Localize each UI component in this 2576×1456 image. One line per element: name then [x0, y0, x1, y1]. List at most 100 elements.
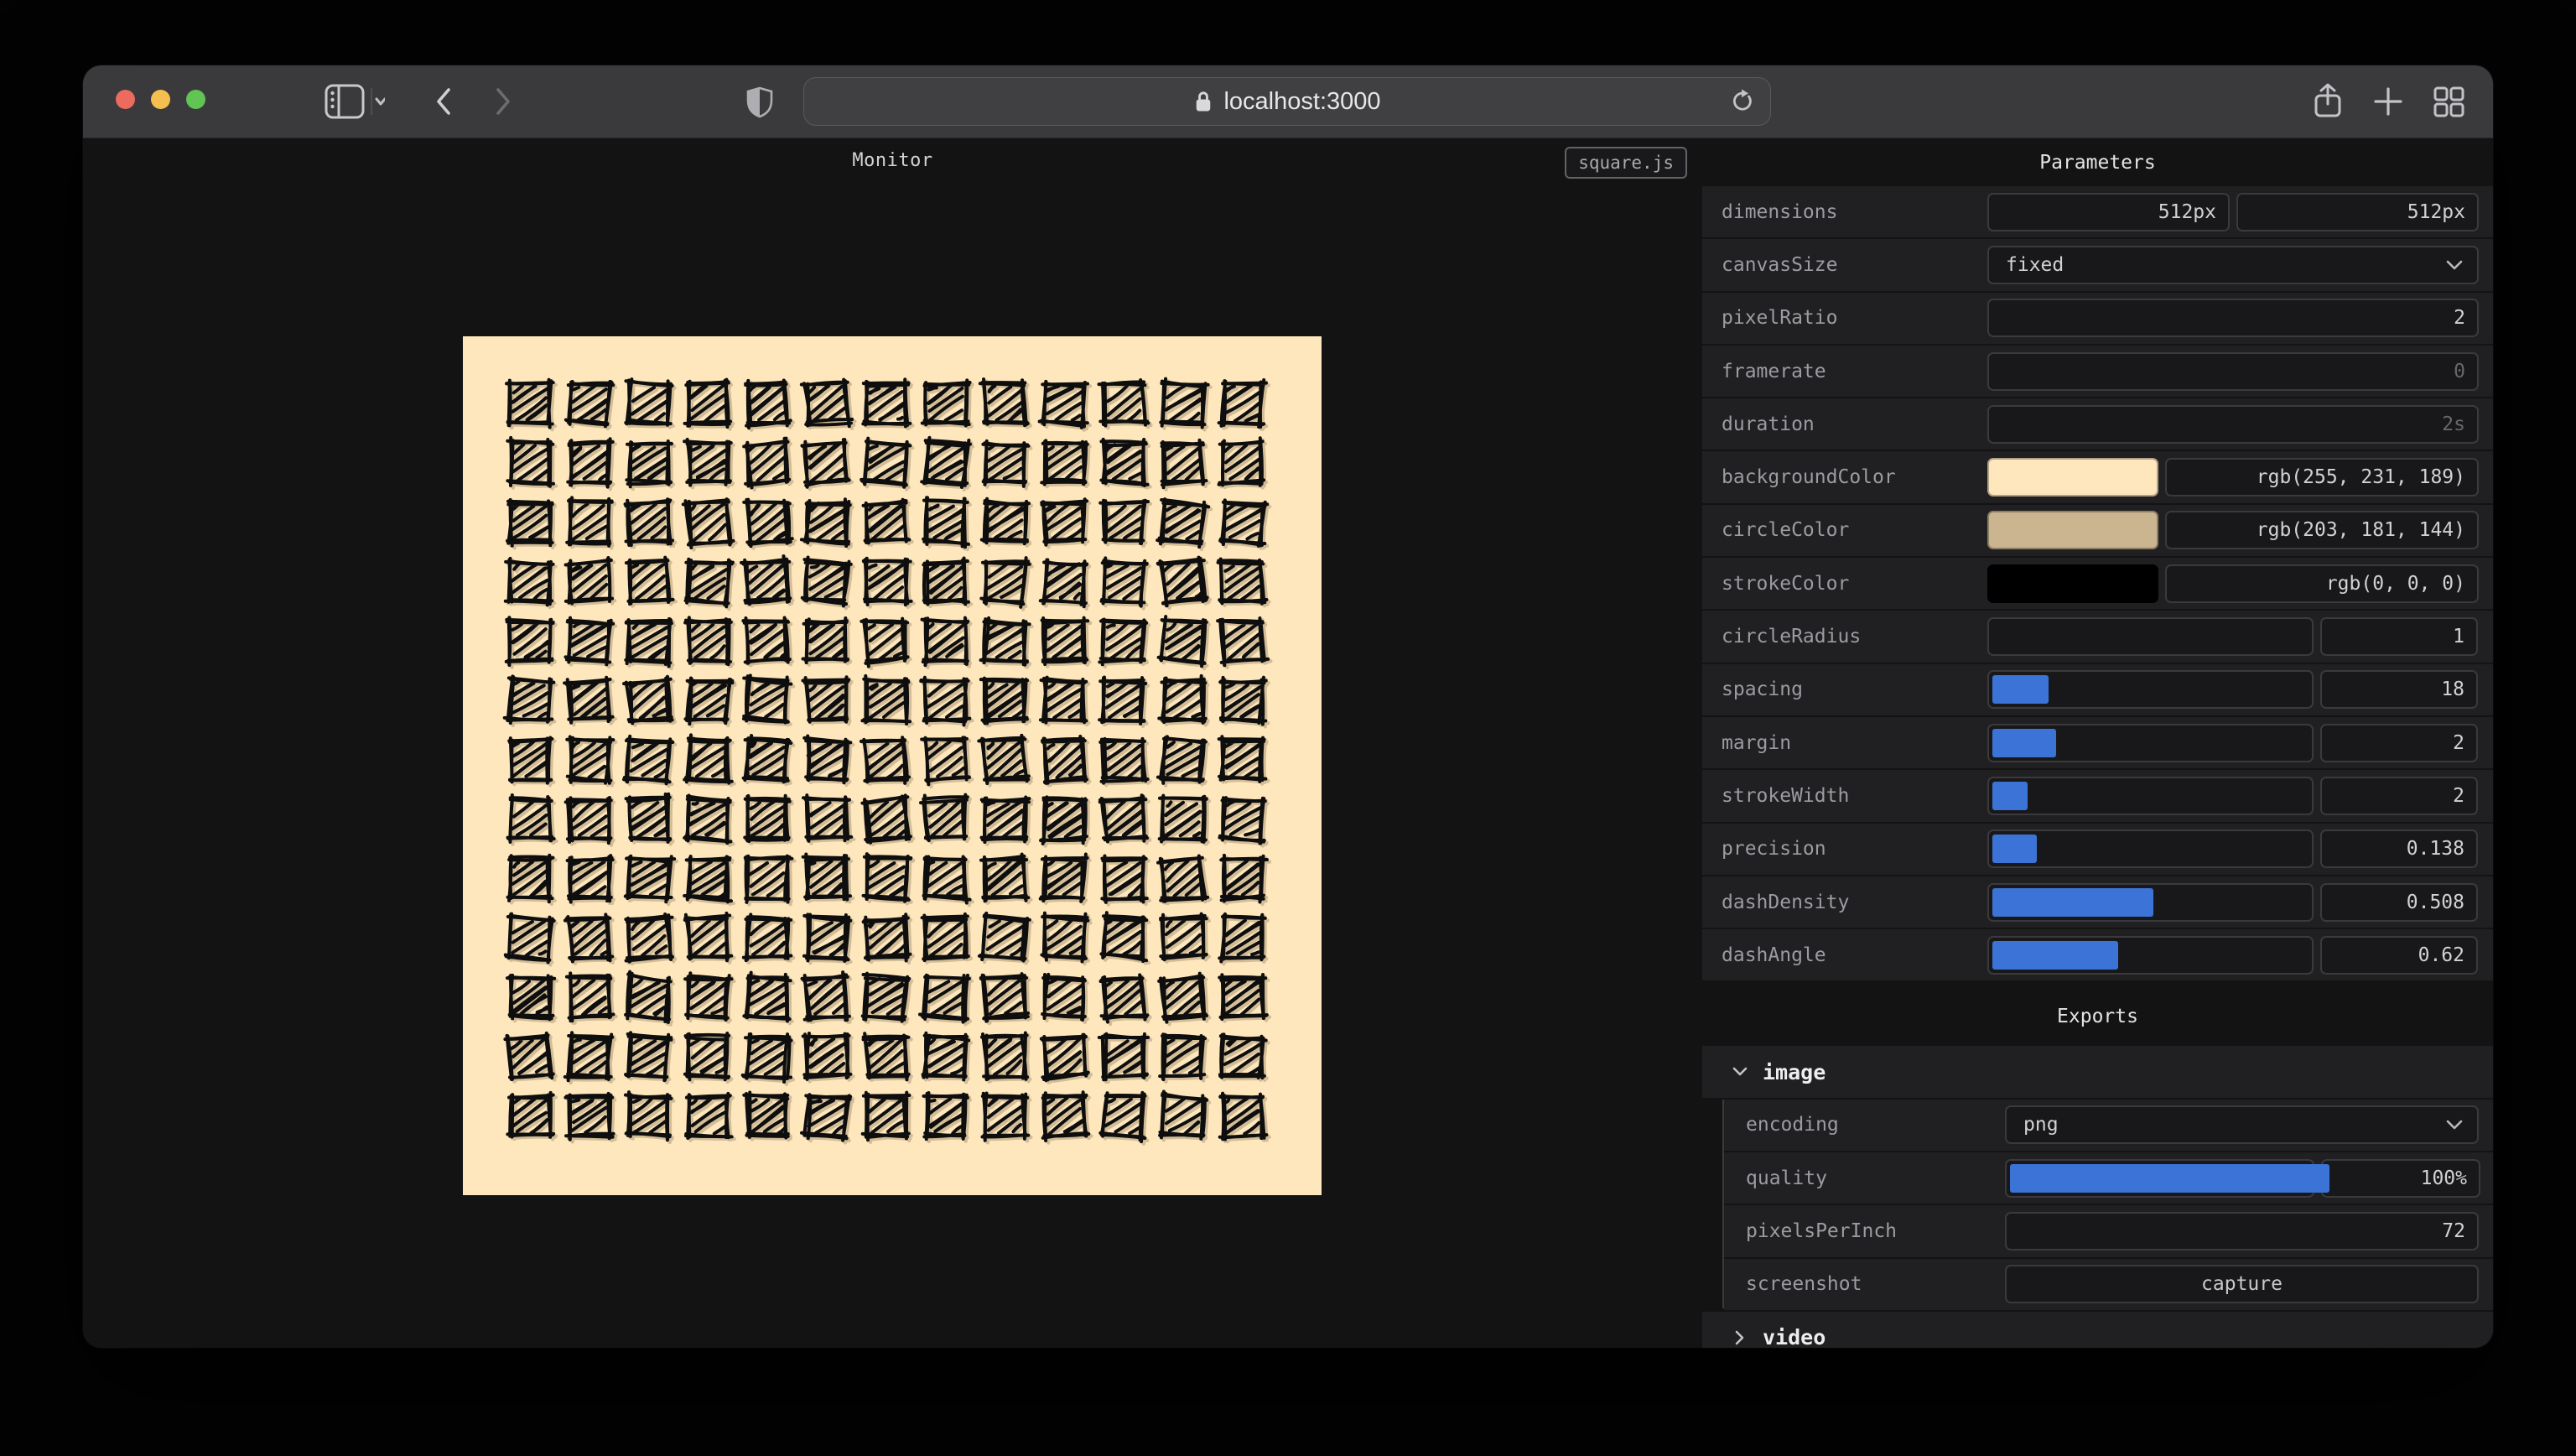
margin-slider[interactable]	[1987, 724, 2314, 762]
param-label-spacing: spacing	[1702, 679, 1987, 700]
encoding-select[interactable]: png	[2005, 1105, 2479, 1144]
circleRadius-value[interactable]: 1	[2320, 617, 2478, 656]
strokeWidth-value[interactable]: 2	[2320, 777, 2478, 815]
param-label-framerate: framerate	[1702, 361, 1987, 382]
zoom-window-button[interactable]	[186, 90, 205, 109]
param-control-dashAngle: 0.62	[1987, 936, 2493, 975]
margin-slider-fill	[1992, 729, 2056, 757]
param-label-screenshot: screenshot	[1724, 1273, 2005, 1295]
dashAngle-slider-fill	[1992, 941, 2118, 970]
param-row-backgroundColor: backgroundColor rgb(255, 231, 189)	[1702, 451, 2493, 502]
dimensions-input-1[interactable]: 512px	[2236, 193, 2479, 231]
tab-overview-icon[interactable]	[2430, 82, 2467, 121]
param-control-pixelsPerInch: 72	[2005, 1212, 2493, 1251]
chevron-down-icon	[1732, 1063, 1748, 1080]
param-row-circleColor: circleColor rgb(203, 181, 144)	[1702, 505, 2493, 556]
quality-slider[interactable]	[2005, 1159, 2314, 1198]
spacing-value[interactable]: 18	[2320, 670, 2478, 709]
param-label-margin: margin	[1702, 732, 1987, 754]
dashDensity-value[interactable]: 0.508	[2320, 883, 2478, 922]
privacy-shield-icon[interactable]	[744, 86, 776, 119]
backgroundColor-swatch[interactable]	[1987, 458, 2158, 497]
strokeColor-swatch[interactable]	[1987, 564, 2158, 603]
export-group-video[interactable]: video	[1702, 1312, 2493, 1348]
circleColor-swatch[interactable]	[1987, 511, 2158, 549]
pixelsPerInch-input[interactable]: 72	[2005, 1212, 2479, 1251]
margin-value[interactable]: 2	[2320, 724, 2478, 762]
dimensions-input-0[interactable]: 512px	[1987, 193, 2230, 231]
back-button[interactable]	[430, 86, 459, 117]
param-row-precision: precision 0.138	[1702, 824, 2493, 875]
param-label-backgroundColor: backgroundColor	[1702, 466, 1987, 488]
param-control-precision: 0.138	[1987, 829, 2493, 868]
dashAngle-slider[interactable]	[1987, 936, 2314, 975]
strokeWidth-slider[interactable]	[1987, 777, 2314, 815]
param-row-screenshot: screenshotcapture	[1724, 1259, 2493, 1310]
param-control-circleRadius: 1	[1987, 617, 2493, 656]
param-row-duration: duration2s	[1702, 398, 2493, 450]
spacing-slider[interactable]	[1987, 670, 2314, 709]
strokeWidth-slider-fill	[1992, 782, 2028, 810]
param-row-strokeColor: strokeColorrgb(0, 0, 0)	[1702, 558, 2493, 609]
param-control-pixelRatio: 2	[1987, 299, 2493, 337]
backgroundColor-value-input[interactable]: rgb(255, 231, 189)	[2165, 458, 2479, 497]
script-badge[interactable]: square.js	[1565, 147, 1687, 179]
sketch-viewport: Monitor square.js	[83, 138, 1702, 1348]
screenshot-button[interactable]: capture	[2005, 1265, 2479, 1303]
precision-slider[interactable]	[1987, 829, 2314, 868]
param-control-framerate: 0	[1987, 352, 2493, 391]
param-control-circleColor: rgb(203, 181, 144)	[1987, 511, 2493, 549]
circleRadius-slider[interactable]	[1987, 617, 2314, 656]
parameters-header: Parameters	[1702, 138, 2493, 186]
share-icon[interactable]	[2309, 82, 2346, 121]
param-control-dashDensity: 0.508	[1987, 883, 2493, 922]
param-label-dashAngle: dashAngle	[1702, 944, 1987, 966]
param-row-spacing: spacing 18	[1702, 664, 2493, 715]
param-label-circleColor: circleColor	[1702, 519, 1987, 541]
new-tab-icon[interactable]	[2370, 82, 2407, 121]
lock-icon	[1193, 90, 1213, 113]
spacing-slider-fill	[1992, 675, 2049, 704]
sketch-canvas	[463, 336, 1322, 1195]
select-chevron-icon	[2445, 1119, 2464, 1131]
param-row-margin: margin 2	[1702, 717, 2493, 768]
close-window-button[interactable]	[116, 90, 135, 109]
select-chevron-icon	[2445, 259, 2464, 271]
param-control-screenshot: capture	[2005, 1265, 2493, 1303]
circleColor-value-input[interactable]: rgb(203, 181, 144)	[2165, 511, 2479, 549]
export-group-rows-image: encodingpngquality100%pixelsPerInch72scr…	[1722, 1100, 2493, 1310]
export-group-label: video	[1763, 1325, 1826, 1348]
pixelRatio-input[interactable]: 2	[1987, 299, 2479, 337]
param-control-spacing: 18	[1987, 670, 2493, 709]
param-row-pixelsPerInch: pixelsPerInch72	[1724, 1205, 2493, 1256]
reload-icon[interactable]	[1730, 89, 1755, 114]
forward-button[interactable]	[488, 86, 517, 117]
minimize-window-button[interactable]	[151, 90, 170, 109]
duration-input[interactable]: 2s	[1987, 405, 2479, 444]
param-row-strokeWidth: strokeWidth2	[1702, 770, 2493, 821]
export-group-image[interactable]: image	[1702, 1046, 2493, 1097]
param-row-circleRadius: circleRadius1	[1702, 611, 2493, 662]
param-control-duration: 2s	[1987, 405, 2493, 444]
dashDensity-slider[interactable]	[1987, 883, 2314, 922]
param-label-precision: precision	[1702, 838, 1987, 860]
precision-value[interactable]: 0.138	[2320, 829, 2478, 868]
strokeColor-value-input[interactable]: rgb(0, 0, 0)	[2165, 564, 2479, 603]
param-control-strokeColor: rgb(0, 0, 0)	[1987, 564, 2493, 603]
quality-value[interactable]: 100%	[2321, 1159, 2480, 1198]
browser-titlebar: localhost:3000	[83, 65, 2493, 138]
chevron-right-icon	[1732, 1329, 1748, 1346]
sidebar-toggle-button[interactable]	[325, 83, 385, 120]
url-text: localhost:3000	[1223, 88, 1380, 116]
address-bar[interactable]: localhost:3000	[803, 77, 1771, 126]
param-row-quality: quality100%	[1724, 1152, 2493, 1204]
canvasSize-select[interactable]: fixed	[1987, 246, 2479, 284]
parameters-panel: Parameters dimensions512px512pxcanvasSiz…	[1702, 138, 2493, 1348]
dashAngle-value[interactable]: 0.62	[2320, 936, 2478, 975]
param-control-quality: 100%	[2005, 1159, 2493, 1198]
framerate-input[interactable]: 0	[1987, 352, 2479, 391]
param-label-pixelRatio: pixelRatio	[1702, 307, 1987, 329]
param-row-canvasSize: canvasSizefixed	[1702, 239, 2493, 290]
exports-header: Exports	[1702, 982, 2493, 1046]
param-control-margin: 2	[1987, 724, 2493, 762]
